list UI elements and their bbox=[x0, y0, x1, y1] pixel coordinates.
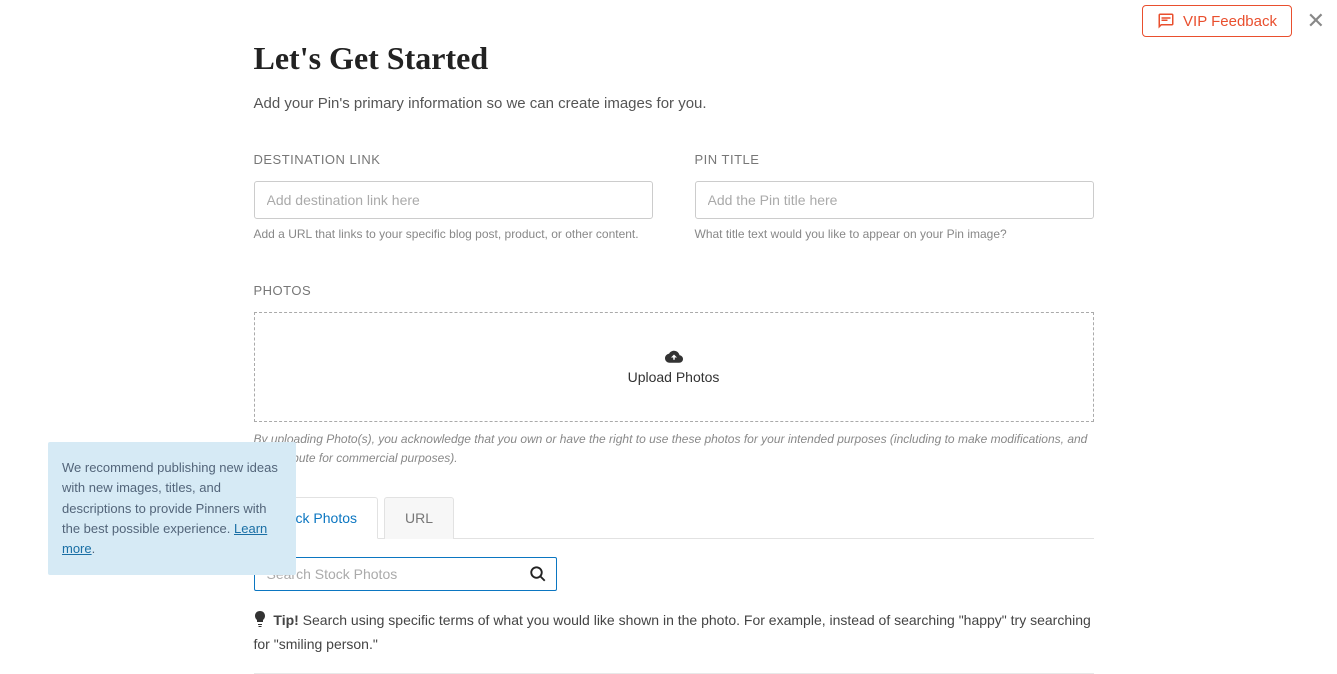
search-icon[interactable] bbox=[529, 565, 547, 583]
destination-helper: Add a URL that links to your specific bl… bbox=[254, 227, 653, 241]
search-input[interactable] bbox=[254, 557, 557, 591]
page-subtitle: Add your Pin's primary information so we… bbox=[254, 95, 1094, 112]
form-row: DESTINATION LINK Add a URL that links to… bbox=[254, 152, 1094, 241]
upload-disclaimer: By uploading Photo(s), you acknowledge t… bbox=[254, 430, 1094, 468]
upload-text: Upload Photos bbox=[628, 369, 720, 385]
vip-feedback-button[interactable]: VIP Feedback bbox=[1142, 5, 1292, 37]
pin-title-input[interactable] bbox=[695, 181, 1094, 219]
lightbulb-icon bbox=[254, 611, 266, 627]
pin-title-helper: What title text would you like to appear… bbox=[695, 227, 1094, 241]
tab-url[interactable]: URL bbox=[384, 497, 454, 539]
search-wrap bbox=[254, 557, 557, 591]
close-button[interactable]: ✕ bbox=[1307, 10, 1325, 32]
tabs: Stock Photos URL bbox=[254, 496, 1094, 539]
pin-title-label: PIN TITLE bbox=[695, 152, 1094, 167]
pin-title-group: PIN TITLE What title text would you like… bbox=[695, 152, 1094, 241]
tip-body: Search using specific terms of what you … bbox=[254, 612, 1091, 652]
photos-section: PHOTOS Upload Photos By uploading Photo(… bbox=[254, 283, 1094, 468]
main-container: Let's Get Started Add your Pin's primary… bbox=[244, 0, 1094, 674]
tip-label: Tip! bbox=[273, 612, 298, 628]
photos-label: PHOTOS bbox=[254, 283, 1094, 298]
upload-zone[interactable]: Upload Photos bbox=[254, 312, 1094, 422]
destination-group: DESTINATION LINK Add a URL that links to… bbox=[254, 152, 653, 241]
cloud-upload-icon bbox=[665, 349, 683, 363]
destination-label: DESTINATION LINK bbox=[254, 152, 653, 167]
vip-feedback-label: VIP Feedback bbox=[1183, 13, 1277, 30]
page-title: Let's Get Started bbox=[254, 40, 1094, 77]
tip-text: Tip! Search using specific terms of what… bbox=[254, 609, 1094, 674]
destination-input[interactable] bbox=[254, 181, 653, 219]
recommend-box: We recommend publishing new ideas with n… bbox=[48, 442, 296, 575]
chat-icon bbox=[1157, 12, 1175, 30]
